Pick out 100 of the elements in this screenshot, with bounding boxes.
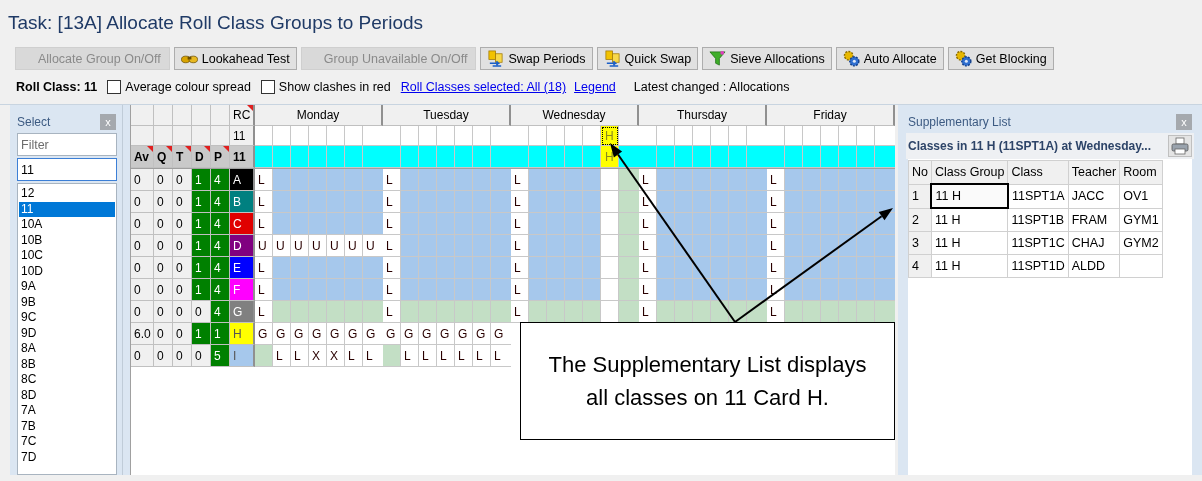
timetable-cell[interactable] — [547, 235, 565, 257]
timetable-cell[interactable]: G — [345, 323, 363, 345]
timetable-cell[interactable] — [437, 213, 455, 235]
timetable-cell[interactable] — [839, 279, 857, 301]
period-cell[interactable] — [401, 146, 419, 168]
timetable-cell[interactable] — [401, 169, 419, 191]
timetable-cell[interactable] — [473, 257, 491, 279]
timetable-cell[interactable]: L — [639, 169, 657, 191]
timetable-cell[interactable] — [875, 279, 895, 301]
timetable-cell[interactable] — [491, 213, 511, 235]
timetable-cell[interactable] — [803, 169, 821, 191]
timetable-cell[interactable] — [309, 213, 327, 235]
timetable-cell[interactable] — [839, 169, 857, 191]
period-cell[interactable] — [419, 146, 437, 168]
timetable-cell[interactable] — [729, 213, 747, 235]
timetable-cell[interactable] — [419, 257, 437, 279]
period-cell[interactable] — [255, 126, 273, 146]
timetable-cell[interactable] — [419, 301, 437, 323]
period-cell[interactable] — [875, 126, 895, 146]
timetable-cell[interactable] — [401, 191, 419, 213]
timetable-cell[interactable] — [491, 301, 511, 323]
period-cell[interactable] — [821, 126, 839, 146]
period-cell[interactable] — [291, 146, 309, 168]
period-cell[interactable] — [511, 146, 529, 168]
period-cell[interactable] — [383, 146, 401, 168]
period-cell[interactable] — [565, 126, 583, 146]
checkbox[interactable] — [107, 80, 122, 94]
timetable-cell[interactable] — [675, 191, 693, 213]
timetable-cell[interactable]: L — [511, 257, 529, 279]
timetable-cell[interactable] — [857, 279, 875, 301]
timetable-cell[interactable] — [473, 279, 491, 301]
period-cell[interactable] — [729, 126, 747, 146]
period-cell[interactable] — [273, 126, 291, 146]
timetable-cell[interactable] — [839, 213, 857, 235]
period-cell[interactable] — [639, 126, 657, 146]
timetable-cell[interactable] — [583, 279, 601, 301]
period-cell[interactable] — [711, 146, 729, 168]
timetable-cell[interactable]: U — [255, 235, 273, 257]
timetable-cell[interactable]: L — [639, 235, 657, 257]
period-cell[interactable] — [473, 146, 491, 168]
timetable-cell[interactable] — [363, 213, 383, 235]
list-item[interactable]: 9A — [19, 279, 115, 295]
list-item[interactable]: 10C — [19, 248, 115, 264]
timetable-cell[interactable] — [875, 301, 895, 323]
timetable-cell[interactable] — [619, 169, 639, 191]
timetable-cell[interactable] — [747, 213, 767, 235]
period-cell[interactable] — [345, 146, 363, 168]
timetable-cell[interactable]: L — [511, 279, 529, 301]
timetable-cell[interactable]: U — [291, 235, 309, 257]
group-cell[interactable]: H — [230, 323, 255, 345]
period-cell[interactable] — [547, 146, 565, 168]
timetable-cell[interactable]: X — [327, 345, 345, 367]
period-cell[interactable] — [383, 126, 401, 146]
period-cell[interactable] — [437, 126, 455, 146]
period-cell[interactable] — [529, 126, 547, 146]
timetable-cell[interactable] — [657, 257, 675, 279]
timetable-cell[interactable] — [601, 235, 619, 257]
timetable-cell[interactable]: L — [273, 345, 291, 367]
timetable-cell[interactable] — [785, 279, 803, 301]
timetable-cell[interactable] — [729, 257, 747, 279]
timetable-cell[interactable] — [693, 279, 711, 301]
timetable-cell[interactable] — [473, 169, 491, 191]
timetable-cell[interactable] — [821, 279, 839, 301]
timetable-cell[interactable] — [419, 191, 437, 213]
timetable-cell[interactable] — [363, 169, 383, 191]
list-item[interactable]: 11 — [19, 201, 115, 217]
period-cell[interactable] — [547, 126, 565, 146]
timetable-cell[interactable] — [327, 169, 345, 191]
period-cell[interactable] — [639, 146, 657, 168]
list-item[interactable]: 9D — [19, 325, 115, 341]
timetable-cell[interactable] — [711, 301, 729, 323]
timetable-cell[interactable] — [491, 191, 511, 213]
period-cell[interactable] — [401, 126, 419, 146]
period-cell[interactable] — [675, 146, 693, 168]
timetable-cell[interactable] — [401, 279, 419, 301]
period-cell[interactable] — [583, 146, 601, 168]
period-cell[interactable] — [767, 126, 785, 146]
timetable-cell[interactable] — [565, 169, 583, 191]
timetable-cell[interactable] — [529, 301, 547, 323]
timetable-cell[interactable] — [327, 213, 345, 235]
period-cell[interactable] — [491, 126, 511, 146]
period-cell[interactable] — [363, 126, 383, 146]
timetable-cell[interactable] — [747, 235, 767, 257]
timetable-cell[interactable] — [785, 191, 803, 213]
timetable-cell[interactable] — [455, 301, 473, 323]
timetable-cell[interactable] — [747, 191, 767, 213]
timetable-cell[interactable] — [529, 191, 547, 213]
timetable-cell[interactable] — [875, 169, 895, 191]
timetable-cell[interactable]: G — [363, 323, 383, 345]
timetable-cell[interactable] — [345, 257, 363, 279]
toolbar-button[interactable]: Quick Swap — [596, 47, 699, 70]
timetable-cell[interactable] — [491, 279, 511, 301]
timetable-cell[interactable] — [455, 213, 473, 235]
timetable-cell[interactable] — [821, 301, 839, 323]
timetable-cell[interactable] — [821, 169, 839, 191]
timetable-cell[interactable]: G — [273, 323, 291, 345]
timetable-cell[interactable]: L — [383, 213, 401, 235]
period-cell[interactable] — [657, 126, 675, 146]
timetable-cell[interactable] — [785, 301, 803, 323]
timetable-cell[interactable]: G — [491, 323, 511, 345]
